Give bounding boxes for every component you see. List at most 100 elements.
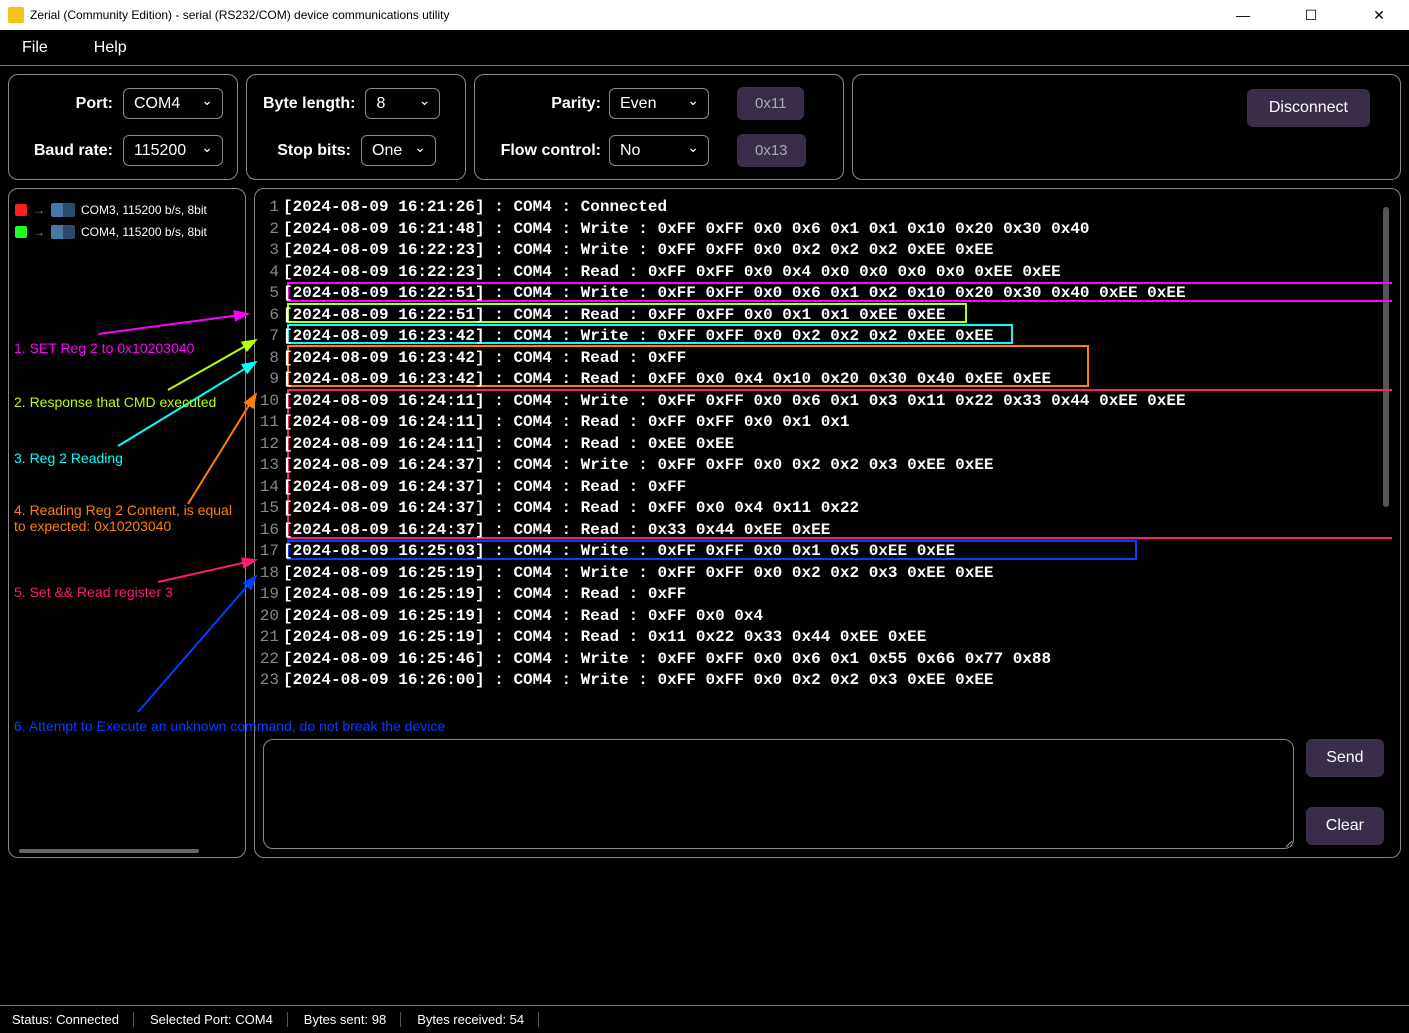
log-line: 1[2024-08-09 16:21:26] : COM4 : Connecte… [255, 197, 1392, 219]
flow-label: Flow control: [491, 142, 601, 160]
clear-button[interactable]: Clear [1306, 807, 1384, 845]
status-connection: Status: Connected [12, 1012, 134, 1027]
line-text: [2024-08-09 16:22:23] : COM4 : Write : 0… [283, 240, 994, 262]
line-text: [2024-08-09 16:22:51] : COM4 : Write : 0… [283, 283, 1186, 305]
parity-label: Parity: [491, 95, 601, 113]
port-list-item[interactable]: → COM3, 115200 b/s, 8bit [13, 199, 241, 221]
port-list-item[interactable]: → COM4, 115200 b/s, 8bit [13, 221, 241, 243]
line-text: [2024-08-09 16:24:37] : COM4 : Read : 0x… [283, 477, 686, 499]
line-number: 11 [255, 412, 283, 434]
line-number: 1 [255, 197, 283, 219]
flow-select[interactable]: No [609, 135, 709, 166]
serial-port-icon [51, 203, 75, 217]
line-text: [2024-08-09 16:22:51] : COM4 : Read : 0x… [283, 305, 946, 327]
baud-label: Baud rate: [25, 142, 113, 160]
line-number: 9 [255, 369, 283, 391]
byte-label: Byte length: [263, 95, 355, 113]
line-text: [2024-08-09 16:26:00] : COM4 : Write : 0… [283, 670, 994, 692]
line-number: 22 [255, 649, 283, 671]
line-number: 21 [255, 627, 283, 649]
log-line: 23[2024-08-09 16:26:00] : COM4 : Write :… [255, 670, 1392, 692]
close-button[interactable]: ✕ [1357, 1, 1401, 29]
log-line: 20[2024-08-09 16:25:19] : COM4 : Read : … [255, 606, 1392, 628]
line-number: 4 [255, 262, 283, 284]
line-number: 13 [255, 455, 283, 477]
line-text: [2024-08-09 16:25:19] : COM4 : Read : 0x… [283, 584, 686, 606]
line-number: 8 [255, 348, 283, 370]
log-content[interactable]: 1[2024-08-09 16:21:26] : COM4 : Connecte… [255, 197, 1392, 731]
parity-config-box: Parity: Even 0x11 Flow control: No 0x13 [474, 74, 844, 180]
sidebar-scrollbar[interactable] [19, 849, 199, 853]
line-number: 18 [255, 563, 283, 585]
status-port: Selected Port: COM4 [150, 1012, 288, 1027]
line-number: 20 [255, 606, 283, 628]
status-bytes-received: Bytes received: 54 [417, 1012, 539, 1027]
line-text: [2024-08-09 16:25:19] : COM4 : Read : 0x… [283, 627, 926, 649]
line-text: [2024-08-09 16:21:26] : COM4 : Connected [283, 197, 667, 219]
line-text: [2024-08-09 16:25:46] : COM4 : Write : 0… [283, 649, 1051, 671]
port-select[interactable]: COM4 [123, 88, 223, 119]
line-text: [2024-08-09 16:24:11] : COM4 : Read : 0x… [283, 412, 850, 434]
log-line: 7[2024-08-09 16:23:42] : COM4 : Write : … [255, 326, 1392, 348]
line-text: [2024-08-09 16:25:03] : COM4 : Write : 0… [283, 541, 955, 563]
port-label-text: COM4, 115200 b/s, 8bit [81, 225, 207, 239]
send-button[interactable]: Send [1306, 739, 1384, 777]
window-title: Zerial (Community Edition) - serial (RS2… [30, 8, 1221, 22]
byte-config-box: Byte length: 8 Stop bits: One [246, 74, 466, 180]
led-red-icon [15, 204, 27, 216]
line-number: 3 [255, 240, 283, 262]
disconnect-box: Disconnect [852, 74, 1401, 180]
log-line: 22[2024-08-09 16:25:46] : COM4 : Write :… [255, 649, 1392, 671]
maximize-button[interactable]: ☐ [1289, 1, 1333, 29]
line-text: [2024-08-09 16:24:37] : COM4 : Read : 0x… [283, 520, 830, 542]
line-text: [2024-08-09 16:23:42] : COM4 : Read : 0x… [283, 348, 686, 370]
line-number: 12 [255, 434, 283, 456]
stop-select[interactable]: One [361, 135, 436, 166]
menu-file[interactable]: File [14, 35, 56, 61]
log-line: 18[2024-08-09 16:25:19] : COM4 : Write :… [255, 563, 1392, 585]
line-number: 23 [255, 670, 283, 692]
statusbar: Status: Connected Selected Port: COM4 By… [0, 1005, 1409, 1033]
arrow-icon: → [33, 225, 45, 239]
port-label: Port: [25, 95, 113, 113]
command-input[interactable] [263, 739, 1294, 849]
disconnect-button[interactable]: Disconnect [1247, 89, 1370, 127]
stop-label: Stop bits: [263, 142, 351, 160]
line-number: 6 [255, 305, 283, 327]
log-line: 9[2024-08-09 16:23:42] : COM4 : Read : 0… [255, 369, 1392, 391]
xoff-hex-button[interactable]: 0x13 [737, 134, 806, 167]
line-number: 19 [255, 584, 283, 606]
line-text: [2024-08-09 16:22:23] : COM4 : Read : 0x… [283, 262, 1061, 284]
log-line: 21[2024-08-09 16:25:19] : COM4 : Read : … [255, 627, 1392, 649]
line-number: 7 [255, 326, 283, 348]
byte-select[interactable]: 8 [365, 88, 440, 119]
log-line: 17[2024-08-09 16:25:03] : COM4 : Write :… [255, 541, 1392, 563]
line-number: 2 [255, 219, 283, 241]
port-config-box: Port: COM4 Baud rate: 115200 [8, 74, 238, 180]
line-text: [2024-08-09 16:25:19] : COM4 : Write : 0… [283, 563, 994, 585]
menu-help[interactable]: Help [86, 35, 135, 61]
led-green-icon [15, 226, 27, 238]
log-line: 4[2024-08-09 16:22:23] : COM4 : Read : 0… [255, 262, 1392, 284]
minimize-button[interactable]: — [1221, 1, 1265, 29]
line-text: [2024-08-09 16:24:11] : COM4 : Read : 0x… [283, 434, 734, 456]
line-text: [2024-08-09 16:25:19] : COM4 : Read : 0x… [283, 606, 763, 628]
log-panel: 1[2024-08-09 16:21:26] : COM4 : Connecte… [254, 188, 1401, 858]
line-text: [2024-08-09 16:21:48] : COM4 : Write : 0… [283, 219, 1090, 241]
log-line: 6[2024-08-09 16:22:51] : COM4 : Read : 0… [255, 305, 1392, 327]
line-number: 15 [255, 498, 283, 520]
baud-select[interactable]: 115200 [123, 135, 223, 166]
line-number: 10 [255, 391, 283, 413]
menubar: File Help [0, 30, 1409, 66]
line-text: [2024-08-09 16:24:11] : COM4 : Write : 0… [283, 391, 1186, 413]
xon-hex-button[interactable]: 0x11 [737, 87, 804, 120]
status-bytes-sent: Bytes sent: 98 [304, 1012, 401, 1027]
port-sidebar: → COM3, 115200 b/s, 8bit → COM4, 115200 … [8, 188, 246, 858]
line-text: [2024-08-09 16:24:37] : COM4 : Read : 0x… [283, 498, 859, 520]
line-number: 17 [255, 541, 283, 563]
port-label-text: COM3, 115200 b/s, 8bit [81, 203, 207, 217]
line-number: 14 [255, 477, 283, 499]
parity-select[interactable]: Even [609, 88, 709, 119]
titlebar: Zerial (Community Edition) - serial (RS2… [0, 0, 1409, 30]
arrow-icon: → [33, 203, 45, 217]
